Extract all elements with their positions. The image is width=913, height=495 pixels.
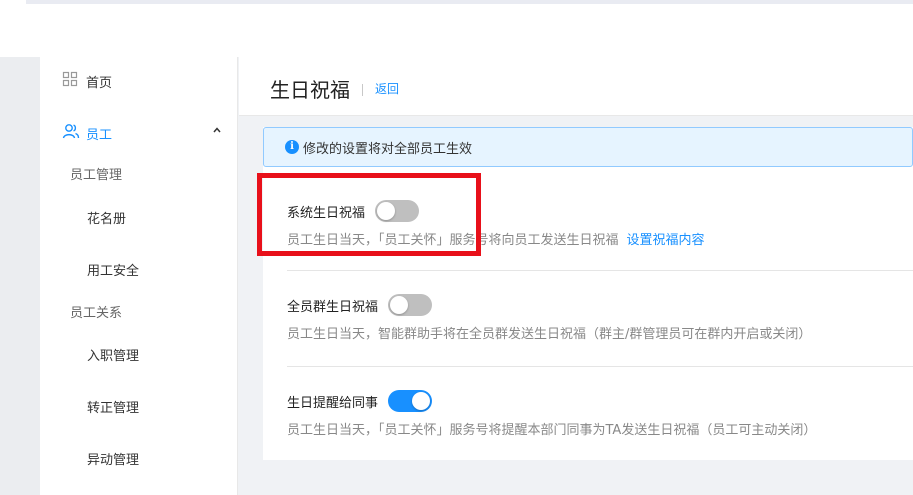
- setting-label: 全员群生日祝福: [287, 299, 379, 315]
- setting-remind-colleagues: 生日提醒给同事 员工生日当天，「员工关怀」服务号将提醒本部门同事为TA发送生日祝…: [287, 389, 913, 438]
- sidebar-section-title: 员工关系: [70, 306, 123, 321]
- back-link[interactable]: 返回: [375, 80, 399, 97]
- page-title: 生日祝福: [270, 78, 350, 102]
- sidebar-item-home-label: 首页: [86, 75, 113, 91]
- page-header: 生日祝福 返回: [239, 57, 913, 116]
- setting-description-text: 员工生日当天，智能群助手将在全员群发送生日祝福（群主/群管理员可在群内开启或关闭…: [287, 327, 812, 342]
- setting-all-group-birthday: 全员群生日祝福 员工生日当天，智能群助手将在全员群发送生日祝福（群主/群管理员可…: [287, 293, 913, 342]
- header-divider: [362, 84, 363, 96]
- remind-colleagues-toggle[interactable]: [388, 390, 433, 412]
- main-area: 生日祝福 返回 i 修改的设置将对全部员工生效 系统生日祝福 员工生日当天，「员…: [239, 57, 913, 495]
- setting-description-text: 员工生日当天，「员工关怀」服务号将提醒本部门同事为TA发送生日祝福（员工可主动关…: [287, 423, 817, 438]
- sidebar-section-title: 员工管理: [70, 168, 123, 183]
- chevron-up-icon[interactable]: [212, 125, 222, 138]
- user-icon: [62, 123, 80, 143]
- toggle-knob: [377, 202, 396, 220]
- info-icon: i: [285, 140, 299, 154]
- info-notice: i 修改的设置将对全部员工生效: [263, 127, 913, 167]
- sidebar-item-transfer[interactable]: 异动管理: [87, 449, 139, 468]
- left-gutter: [0, 57, 40, 495]
- settings-panel: i 修改的设置将对全部员工生效 系统生日祝福 员工生日当天，「员工关怀」服务号将…: [263, 127, 913, 460]
- sidebar-item-regularization[interactable]: 转正管理: [87, 397, 139, 416]
- sidebar: 首页 员工 员工管理 花名册 用工安全 员工关系 入职管理 转正管理 异动管理: [40, 57, 238, 495]
- sidebar-item-work-safety[interactable]: 用工安全: [87, 260, 139, 279]
- setting-label: 生日提醒给同事: [287, 395, 379, 411]
- sidebar-group-employee[interactable]: 员工: [62, 123, 222, 143]
- sidebar-group-employee-label: 员工: [86, 127, 113, 143]
- set-greeting-content-link[interactable]: 设置祝福内容: [627, 233, 705, 248]
- setting-description: 员工生日当天，智能群助手将在全员群发送生日祝福（群主/群管理员可在群内开启或关闭…: [287, 323, 913, 342]
- setting-system-birthday: 系统生日祝福 员工生日当天，「员工关怀」服务号将向员工发送生日祝福 设置祝福内容: [287, 199, 913, 248]
- top-header-strip: [0, 0, 913, 57]
- divider: [287, 270, 913, 271]
- info-notice-text: 修改的设置将对全部员工生效: [303, 141, 473, 157]
- sidebar-item-roster[interactable]: 花名册: [87, 208, 126, 227]
- setting-description-text: 员工生日当天，「员工关怀」服务号将向员工发送生日祝福: [287, 233, 619, 248]
- setting-description: 员工生日当天，「员工关怀」服务号将提醒本部门同事为TA发送生日祝福（员工可主动关…: [287, 419, 913, 438]
- toggle-knob: [412, 392, 431, 410]
- toggle-knob: [390, 296, 409, 314]
- grid-icon: [62, 71, 78, 91]
- divider: [287, 366, 913, 367]
- setting-description: 员工生日当天，「员工关怀」服务号将向员工发送生日祝福 设置祝福内容: [287, 229, 913, 248]
- setting-label: 系统生日祝福: [287, 205, 366, 221]
- top-bar: [26, 0, 913, 4]
- all-group-birthday-toggle[interactable]: [388, 294, 433, 316]
- sidebar-item-home[interactable]: 首页: [62, 71, 112, 91]
- system-birthday-toggle[interactable]: [375, 200, 420, 222]
- sidebar-item-onboarding[interactable]: 入职管理: [87, 345, 139, 364]
